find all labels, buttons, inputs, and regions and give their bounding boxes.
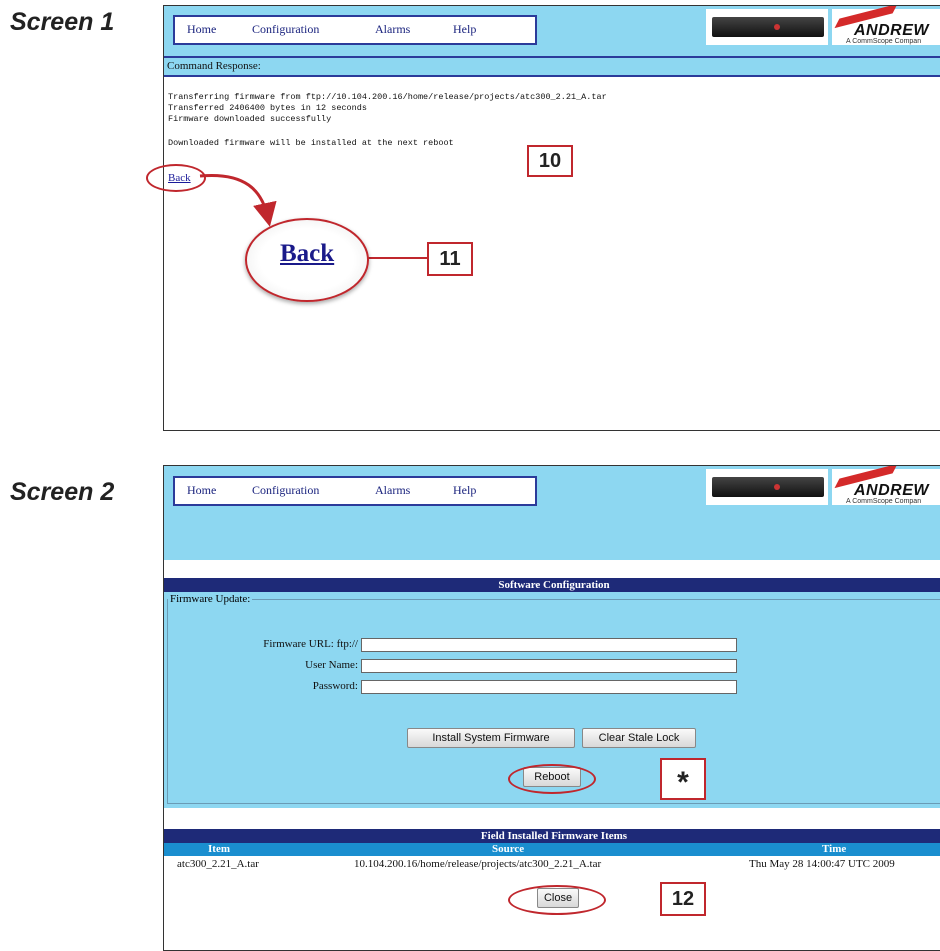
brand-tagline: A CommScope Compan (846, 498, 922, 505)
callout-11: 11 (427, 242, 473, 276)
device-image (706, 469, 828, 505)
header-bar: Home Configuration Alarms Help ANDREW A … (164, 466, 940, 514)
callout-10: 10 (527, 145, 573, 177)
nav-home[interactable]: Home (187, 483, 216, 498)
table-row: atc300_2.21_A.tar 10.104.200.16/home/rel… (164, 857, 940, 871)
nav-alarms[interactable]: Alarms (375, 483, 410, 498)
field-installed-title: Field Installed Firmware Items (164, 829, 940, 843)
firmware-url-label: Firmware URL: ftp:// (263, 638, 358, 650)
reboot-highlight-ring (508, 764, 596, 794)
user-name-label: User Name: (305, 659, 358, 671)
back-zoom-label: Back (280, 240, 335, 267)
nav-configuration[interactable]: Configuration (252, 483, 319, 498)
user-name-input[interactable] (361, 659, 737, 673)
andrew-logo: ANDREW A CommScope Compan (832, 466, 940, 505)
password-label: Password: (312, 680, 358, 692)
clear-stale-lock-button[interactable]: Clear Stale Lock (582, 728, 696, 748)
header-spacer (164, 514, 940, 560)
cell-time: Thu May 28 14:00:47 UTC 2009 (749, 858, 895, 870)
software-configuration-title: Software Configuration (164, 578, 940, 592)
column-header-source: Source (492, 843, 525, 855)
nav-menu: Home Configuration Alarms Help (173, 476, 537, 506)
callout-12: 12 (660, 882, 706, 916)
cell-item: atc300_2.21_A.tar (177, 858, 259, 870)
cell-source: 10.104.200.16/home/release/projects/atc3… (354, 858, 602, 870)
password-input[interactable] (361, 680, 737, 694)
column-header-item: Item (208, 843, 230, 855)
screen-2-window: Home Configuration Alarms Help ANDREW A … (163, 465, 940, 951)
firmware-url-input[interactable] (361, 638, 737, 652)
callout-star: * (660, 758, 706, 800)
column-header-time: Time (822, 843, 847, 855)
close-highlight-ring (508, 885, 606, 915)
nav-help[interactable]: Help (453, 483, 476, 498)
back-zoom-bubble: Back (245, 218, 369, 302)
table-header-row: Item Source Time (164, 843, 940, 856)
install-system-firmware-button[interactable]: Install System Firmware (407, 728, 575, 748)
firmware-update-legend: Firmware Update: (168, 593, 253, 605)
